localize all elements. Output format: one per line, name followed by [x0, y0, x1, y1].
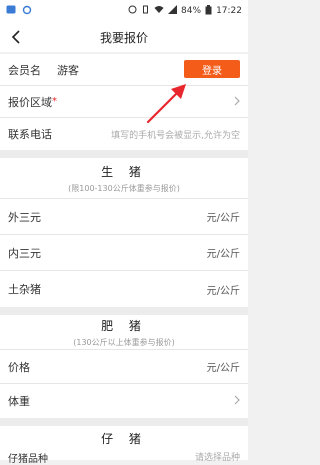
member-value: 游客 [57, 63, 79, 77]
sync-icon [22, 5, 32, 18]
live-pig-title: 生 猪 [101, 164, 147, 179]
piglet-section: 仔 猪 仔猪品种 请选择品种 [0, 426, 248, 465]
signal-icon [168, 5, 178, 17]
section-divider [0, 418, 248, 426]
piglet-breed-select[interactable]: 请选择品种 [195, 450, 240, 463]
piglet-title: 仔 猪 [101, 431, 147, 446]
piglet-heading: 仔 猪 [0, 426, 248, 450]
fat-pig-heading: 肥 猪 (130公斤以上体重参与报价) [0, 315, 248, 350]
back-arrow-icon[interactable] [8, 28, 24, 46]
notification-icon [6, 5, 16, 17]
price-unit: 元/公斤 [206, 285, 240, 297]
status-bar: 84% 17:22 [0, 0, 248, 22]
vibrate-icon [141, 5, 150, 17]
section-divider [0, 307, 248, 315]
piglet-breed-row[interactable]: 仔猪品种 请选择品种 [0, 450, 248, 465]
price-row-label: 土杂猪 [8, 283, 41, 296]
phone-input[interactable]: 填写的手机号会被显示,允许为空 [111, 128, 240, 141]
fat-pig-weight-row[interactable]: 体重 [0, 384, 248, 418]
piglet-breed-label: 仔猪品种 [8, 454, 48, 465]
live-pig-section: 生 猪 (限100-130公斤体重参与报价) 外三元 元/公斤 内三元 元/公斤… [0, 158, 248, 307]
page-title: 我要报价 [99, 30, 148, 45]
battery-percent: 84% [181, 6, 202, 16]
required-mark: * [52, 96, 57, 107]
live-pig-heading: 生 猪 (限100-130公斤体重参与报价) [0, 158, 248, 199]
battery-icon [205, 4, 212, 18]
price-row-neisanyuan[interactable]: 内三元 元/公斤 [0, 235, 248, 271]
price-row-label: 内三元 [8, 246, 41, 260]
region-label: 报价区域 [8, 95, 52, 109]
fat-pig-section: 肥 猪 (130公斤以上体重参与报价) 价格 元/公斤 体重 [0, 315, 248, 418]
phone-row: 联系电话 填写的手机号会被显示,允许为空 [0, 118, 248, 150]
fat-pig-subtitle: (130公斤以上体重参与报价) [73, 337, 175, 347]
fat-pig-price-label: 价格 [8, 360, 30, 374]
wifi-icon [154, 5, 164, 17]
live-pig-subtitle: (限100-130公斤体重参与报价) [68, 183, 180, 193]
price-unit: 元/公斤 [206, 213, 240, 224]
price-unit: 元/公斤 [206, 249, 240, 260]
member-label: 会员名 [8, 63, 41, 77]
fat-pig-weight-label: 体重 [8, 395, 30, 408]
chevron-right-icon [234, 95, 240, 109]
fat-pig-title: 肥 猪 [101, 318, 147, 333]
phone-label: 联系电话 [8, 128, 52, 141]
fat-pig-price-row[interactable]: 价格 元/公斤 [0, 350, 248, 384]
price-row-tuzazhu[interactable]: 土杂猪 元/公斤 [0, 271, 248, 307]
basic-info-section: 会员名 游客 登录 报价区域 * 联系电话 填写的手机号会被显示,允许为空 [0, 54, 248, 150]
chevron-right-icon [234, 394, 240, 408]
login-button[interactable]: 登录 [184, 60, 240, 78]
section-divider [0, 150, 248, 158]
clock-time: 17:22 [216, 6, 242, 16]
region-row[interactable]: 报价区域 * [0, 86, 248, 118]
price-row-waisanyuan[interactable]: 外三元 元/公斤 [0, 199, 248, 235]
fat-pig-price-unit: 元/公斤 [206, 363, 240, 374]
alarm-icon [128, 5, 137, 17]
member-row: 会员名 游客 登录 [0, 54, 248, 86]
price-row-label: 外三元 [8, 210, 41, 224]
nav-bar: 我要报价 [0, 22, 248, 52]
